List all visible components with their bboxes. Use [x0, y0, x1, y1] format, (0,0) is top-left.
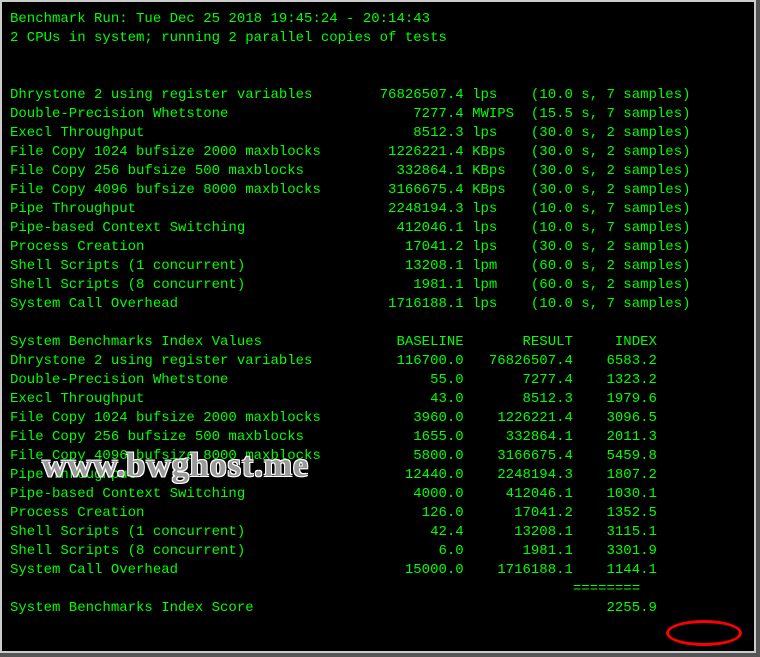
index-row: Pipe Throughput 12440.0 2248194.3 1807.2 — [10, 466, 750, 485]
result-row: Execl Throughput 8512.3 lps (30.0 s, 2 s… — [10, 124, 750, 143]
result-row: Pipe Throughput 2248194.3 lps (10.0 s, 7… — [10, 200, 750, 219]
result-row: Shell Scripts (1 concurrent) 13208.1 lpm… — [10, 257, 750, 276]
header-cpu: 2 CPUs in system; running 2 parallel cop… — [10, 29, 750, 48]
index-row: Execl Throughput 43.0 8512.3 1979.6 — [10, 390, 750, 409]
index-block: Dhrystone 2 using register variables 116… — [10, 352, 750, 580]
score-highlight-icon — [666, 620, 742, 646]
index-row: Double-Precision Whetstone 55.0 7277.4 1… — [10, 371, 750, 390]
index-row: Process Creation 126.0 17041.2 1352.5 — [10, 504, 750, 523]
index-row: File Copy 1024 bufsize 2000 maxblocks 39… — [10, 409, 750, 428]
blank — [10, 314, 750, 333]
result-row: Pipe-based Context Switching 412046.1 lp… — [10, 219, 750, 238]
blank — [10, 48, 750, 67]
index-header: System Benchmarks Index Values BASELINE … — [10, 333, 750, 352]
results-block: Dhrystone 2 using register variables 768… — [10, 86, 750, 314]
header-run: Benchmark Run: Tue Dec 25 2018 19:45:24 … — [10, 10, 750, 29]
score-line: System Benchmarks Index Score 2255.9 — [10, 599, 750, 618]
terminal-output: Benchmark Run: Tue Dec 25 2018 19:45:24 … — [0, 0, 756, 653]
result-row: Double-Precision Whetstone 7277.4 MWIPS … — [10, 105, 750, 124]
result-row: Dhrystone 2 using register variables 768… — [10, 86, 750, 105]
index-row: Pipe-based Context Switching 4000.0 4120… — [10, 485, 750, 504]
result-row: System Call Overhead 1716188.1 lps (10.0… — [10, 295, 750, 314]
divider: ======== — [10, 580, 750, 599]
index-row: Shell Scripts (8 concurrent) 6.0 1981.1 … — [10, 542, 750, 561]
index-row: File Copy 256 bufsize 500 maxblocks 1655… — [10, 428, 750, 447]
result-row: Process Creation 17041.2 lps (30.0 s, 2 … — [10, 238, 750, 257]
result-row: File Copy 1024 bufsize 2000 maxblocks 12… — [10, 143, 750, 162]
index-row: System Call Overhead 15000.0 1716188.1 1… — [10, 561, 750, 580]
index-row: File Copy 4096 bufsize 8000 maxblocks 58… — [10, 447, 750, 466]
index-row: Dhrystone 2 using register variables 116… — [10, 352, 750, 371]
result-row: File Copy 4096 bufsize 8000 maxblocks 31… — [10, 181, 750, 200]
index-row: Shell Scripts (1 concurrent) 42.4 13208.… — [10, 523, 750, 542]
blank — [10, 67, 750, 86]
result-row: File Copy 256 bufsize 500 maxblocks 3328… — [10, 162, 750, 181]
result-row: Shell Scripts (8 concurrent) 1981.1 lpm … — [10, 276, 750, 295]
